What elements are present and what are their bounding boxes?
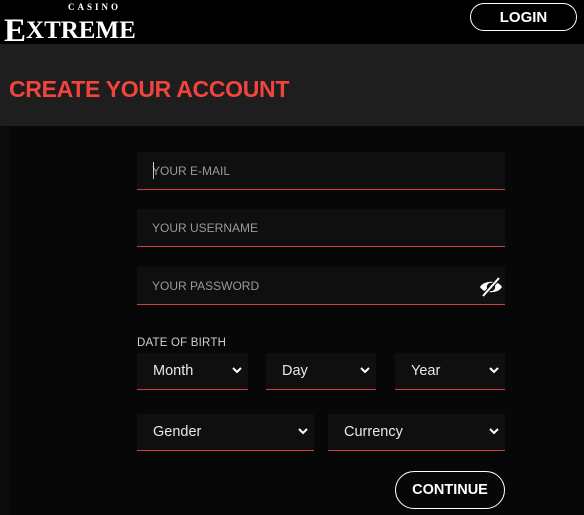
chevron-down-icon	[232, 367, 242, 374]
chevron-down-icon	[489, 367, 499, 374]
month-select[interactable]: Month	[137, 353, 248, 390]
top-bar: CASINO EXTREME LOGIN	[0, 0, 584, 49]
currency-select-label: Currency	[344, 424, 403, 440]
logo-extreme-text: EXTREME	[4, 13, 136, 49]
currency-select[interactable]: Currency	[328, 414, 505, 451]
chevron-down-icon	[489, 428, 499, 435]
date-of-birth-label: DATE OF BIRTH	[137, 337, 227, 349]
email-input[interactable]	[137, 152, 505, 189]
password-field[interactable]	[137, 267, 505, 305]
year-select[interactable]: Year	[395, 353, 505, 390]
continue-button[interactable]: CONTINUE	[395, 471, 505, 509]
month-select-label: Month	[153, 363, 194, 379]
username-input[interactable]	[137, 209, 505, 246]
username-field[interactable]	[137, 209, 505, 247]
gender-select-label: Gender	[153, 424, 202, 440]
year-select-label: Year	[411, 363, 441, 379]
login-button[interactable]: LOGIN	[470, 3, 577, 31]
password-input[interactable]	[137, 267, 505, 304]
day-select-label: Day	[282, 363, 308, 379]
chevron-down-icon	[298, 428, 308, 435]
text-cursor	[153, 162, 154, 179]
email-field[interactable]	[137, 152, 505, 190]
eye-slash-icon[interactable]	[479, 276, 503, 298]
day-select[interactable]: Day	[266, 353, 376, 390]
chevron-down-icon	[360, 367, 370, 374]
casino-extreme-logo[interactable]: CASINO EXTREME	[4, 2, 136, 49]
gender-select[interactable]: Gender	[137, 414, 314, 451]
page-title: CREATE YOUR ACCOUNT	[9, 76, 290, 102]
